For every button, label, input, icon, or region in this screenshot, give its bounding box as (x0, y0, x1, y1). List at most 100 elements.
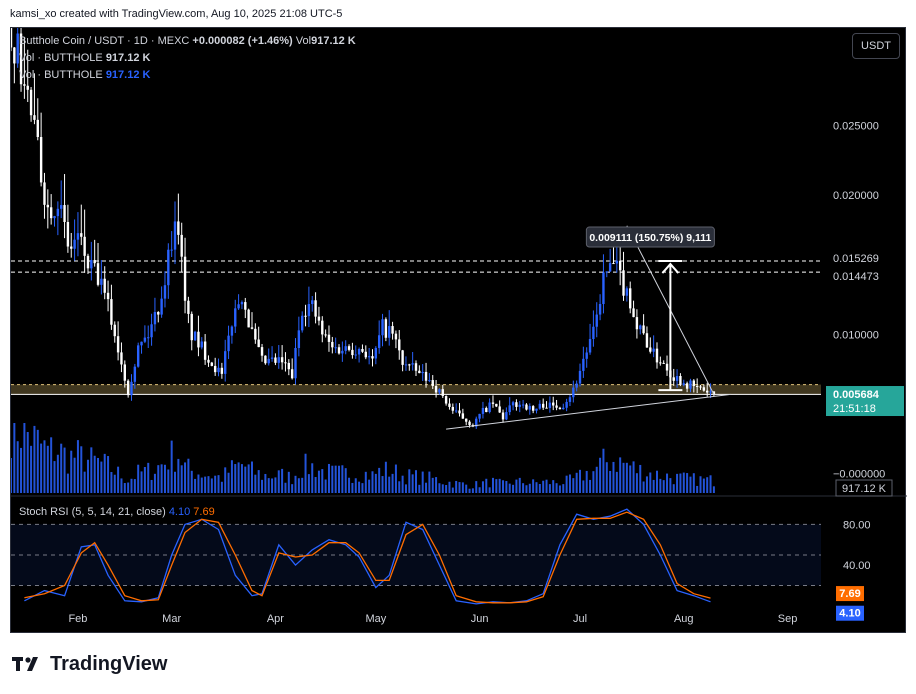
candle-body (334, 347, 337, 349)
volume-bar (63, 447, 66, 493)
candle-body (655, 348, 659, 363)
candle-body (665, 363, 669, 371)
volume-bar (137, 464, 140, 493)
volume-bar (696, 485, 699, 493)
time-tick-label: Apr (267, 613, 284, 625)
candle-body (307, 304, 311, 317)
candle-body (705, 390, 709, 393)
candle-body (618, 260, 622, 271)
stoch-rsi-legend[interactable]: Stoch RSI (5, 5, 14, 21, close) 4.10 7.6… (19, 506, 215, 518)
candle-body (311, 300, 314, 305)
volume-bar (147, 462, 150, 493)
candle-body (582, 358, 585, 371)
volume-legend-1[interactable]: Vol · BUTTHOLE 917.12 K (19, 52, 150, 64)
candle-body (143, 337, 147, 342)
tradingview-logo[interactable]: TradingView (12, 652, 167, 676)
candle-body (408, 364, 411, 366)
volume-bar (548, 484, 551, 493)
volume-value-label: 917.12 K (842, 483, 887, 495)
volume-bar (642, 481, 645, 493)
volume-bar (130, 478, 133, 493)
time-tick-label: Mar (162, 613, 181, 625)
candle-body (140, 341, 143, 346)
candle-body (147, 337, 150, 339)
volume-bar (552, 480, 555, 493)
volume-bar (528, 483, 531, 493)
candle-body (130, 381, 133, 396)
candle-body (632, 308, 635, 318)
volume-bar (153, 473, 156, 493)
volume-bar (391, 473, 394, 493)
volume-legend-value: 917.12 K (105, 69, 151, 81)
time-tick-label: Jun (471, 613, 489, 625)
volume-bar (317, 470, 320, 493)
candle-body (317, 316, 321, 321)
candle-body (709, 391, 712, 393)
volume-bar (177, 458, 180, 493)
volume-bar (210, 478, 213, 493)
candle-body (113, 324, 116, 337)
vol-label: Vol (295, 35, 312, 47)
volume-bar (30, 445, 33, 493)
symbol-name[interactable]: Butthole Coin / USDT · 1D · MEXC (19, 35, 189, 47)
candle-body (23, 84, 26, 86)
candle-body (247, 309, 250, 328)
candle-body (575, 383, 578, 388)
time-tick-label: Jul (573, 613, 587, 625)
candle-body (491, 402, 495, 404)
candle-body (478, 413, 481, 419)
volume-bar (445, 484, 448, 493)
candle-body (110, 299, 113, 325)
bar-countdown: 21:51:18 (833, 403, 876, 415)
candle-body (404, 364, 408, 366)
volume-bar (80, 446, 83, 493)
candle-body (270, 357, 274, 359)
volume-bar (562, 484, 565, 493)
candle-body (237, 304, 240, 309)
volume-bar (297, 478, 300, 493)
volume-bar (672, 484, 675, 493)
candle-body (481, 407, 485, 414)
candle-body (327, 334, 331, 342)
time-tick-label: Aug (674, 613, 694, 625)
volume-bar (344, 468, 347, 493)
volume-bar (686, 473, 689, 493)
volume-bar (418, 484, 421, 493)
candle-body (36, 119, 39, 137)
volume-bar (301, 477, 304, 493)
candle-body (86, 255, 90, 269)
volume-bar (60, 443, 63, 493)
candle-body (73, 239, 76, 249)
candle-body (39, 136, 43, 183)
volume-bar (682, 472, 685, 493)
volume-bar (227, 472, 230, 493)
chart-canvas[interactable]: 0.009111 (150.75%) 9,111 0.025000 0.020000… (11, 28, 907, 634)
candle-body (461, 413, 465, 419)
candle-body (692, 380, 696, 387)
volume-bar (117, 466, 120, 493)
volume-bar (351, 482, 354, 493)
volume-bar (26, 432, 29, 493)
volume-bar (224, 467, 227, 493)
candle-body (220, 367, 224, 374)
volume-bar (324, 479, 327, 493)
volume-bar (451, 487, 454, 493)
volume-bar (712, 486, 715, 493)
volume-legend-2[interactable]: Vol · BUTTHOLE 917.12 K (19, 69, 150, 81)
volume-bar (234, 464, 237, 493)
volume-bar (354, 478, 357, 493)
candle-body (388, 326, 391, 338)
candle-body (26, 85, 29, 90)
volume-bar (304, 453, 307, 493)
candle-body (545, 407, 548, 409)
volume-bar (110, 472, 113, 493)
candle-body (351, 349, 354, 356)
volume-bar (341, 465, 344, 493)
chart-panel[interactable]: 0.009111 (150.75%) 9,111 0.025000 0.020000… (10, 27, 907, 634)
stoch-rsi-k-value: 4.10 (168, 506, 191, 518)
volume-bar (244, 466, 247, 493)
currency-button[interactable]: USDT (852, 33, 900, 59)
candle-body (277, 357, 280, 363)
volume-bar (622, 462, 625, 493)
volume-bar (488, 487, 491, 493)
